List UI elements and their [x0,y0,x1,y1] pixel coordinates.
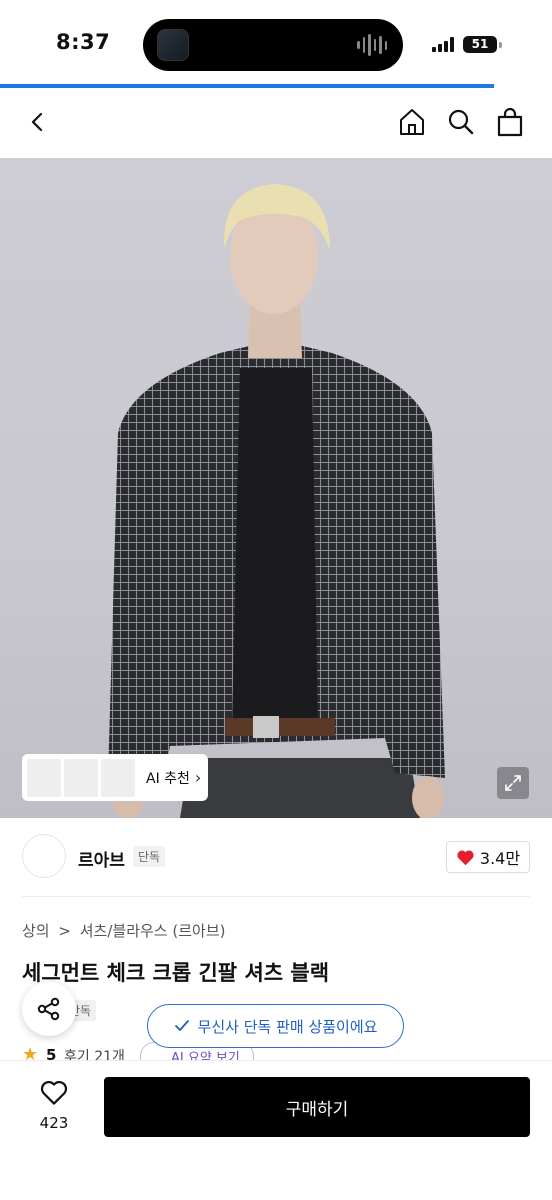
product-image[interactable]: AI 추천 › [0,158,552,818]
share-button[interactable] [22,982,76,1036]
check-icon [174,1020,189,1031]
cart-button[interactable] [490,102,530,142]
toast-text: 무신사 단독 판매 상품이에요 [197,1017,378,1036]
share-icon [37,997,60,1021]
battery-level: 51 [471,37,489,51]
chevron-right-icon: › [194,768,202,787]
shopping-bag-icon [497,107,523,137]
dynamic-island [143,19,403,71]
heart-outline-icon [40,1080,68,1105]
home-icon [400,109,424,135]
expand-icon [505,775,521,791]
ai-recommend-thumbnail [101,758,135,797]
brand-logo[interactable] [22,834,66,878]
product-title: 세그먼트 체크 크롭 긴팔 셔츠 블랙 [22,961,330,985]
breadcrumb-separator: > [58,922,71,940]
review-count: 후기 21개 [64,1049,125,1060]
expand-image-button[interactable] [497,767,529,799]
search-icon [448,109,474,135]
status-bar: 8:37 51 [0,0,552,88]
ai-recommend-thumbnail [64,758,98,797]
battery-icon: 51 [463,36,497,53]
back-icon [31,112,43,132]
buy-button[interactable]: 구매하기 [104,1077,530,1137]
ai-summary-label: AI 요약 보기 [171,1051,240,1060]
ai-recommend-button[interactable]: AI 추천 › [22,754,208,801]
ai-recommend-thumbnail [27,758,61,797]
search-button[interactable] [441,102,481,142]
now-playing-artwork [157,29,189,61]
breadcrumb-item[interactable]: 상의 [22,922,50,940]
wishlist-button[interactable]: 423 [22,1079,86,1132]
home-button[interactable] [392,102,432,142]
brand-row: 르아브 단독 3.4만 [0,818,552,896]
wishlist-count: 423 [39,1114,69,1132]
exclusive-badge: 단독 [133,846,166,867]
breadcrumb: 상의 > 셔츠/블라우스 (르아브) [22,920,229,941]
exclusive-toast: 무신사 단독 판매 상품이에요 [147,1004,404,1048]
divider [22,896,530,897]
top-nav [0,88,552,158]
breadcrumb-item[interactable]: 셔츠/블라우스 (르아브) [80,922,226,940]
bottom-action-bar: 423 구매하기 [0,1060,552,1200]
status-time: 8:37 [56,30,111,54]
model-photo [108,184,445,818]
battery-cap [499,42,502,48]
audio-waveform-icon [357,33,387,57]
star-icon: ★ [22,1046,39,1060]
heart-icon [457,850,474,865]
like-button[interactable]: 3.4만 [446,841,530,873]
signal-icon [432,36,456,52]
like-count: 3.4만 [479,849,521,868]
ai-recommend-label: AI 추천 [146,770,190,787]
back-button[interactable] [18,102,58,142]
brand-name[interactable]: 르아브 [78,846,125,871]
rating-score: 5 [46,1046,57,1060]
